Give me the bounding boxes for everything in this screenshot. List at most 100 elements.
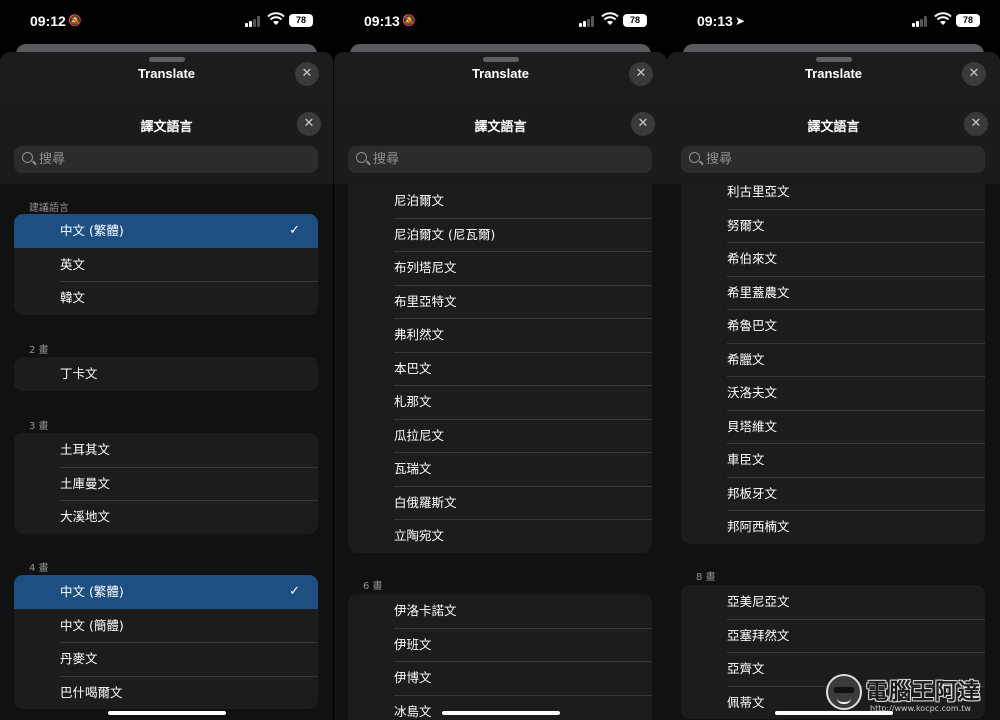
language-item[interactable]: 亞美尼亞文: [681, 585, 985, 619]
picker-title: 譯文語言: [140, 120, 193, 135]
language-group: 土耳其文 土庫曼文 大溪地文: [14, 433, 318, 534]
picker-header: 譯文語言 ✕: [667, 102, 1000, 184]
close-translate-button[interactable]: ✕: [629, 62, 653, 86]
language-item[interactable]: 中文 (繁體) ✓: [14, 575, 318, 609]
language-label: 沃洛夫文: [727, 385, 778, 400]
language-label: 中文 (繁體): [60, 223, 124, 238]
close-translate-button[interactable]: ✕: [295, 62, 319, 86]
language-item[interactable]: 大溪地文: [14, 500, 318, 534]
language-item[interactable]: 弗利然文: [348, 318, 652, 352]
language-label: 努爾文: [727, 217, 765, 233]
language-label: 中文 (簡體): [60, 617, 124, 633]
status-time: 09:13: [364, 13, 400, 29]
language-list[interactable]: 利古里亞文 努爾文 希伯來文 希里蓋農文 希魯巴文 希臘文 沃洛夫文 貝塔維文 …: [667, 175, 1000, 720]
screenshot-panel-1: 09:12 🔕 78 Translate ✕ 譯文語言 ✕ 建議語言 中文 (繁…: [0, 0, 333, 720]
language-label: 札那文: [394, 394, 432, 409]
language-label: 丁卡文: [60, 366, 98, 381]
close-picker-button[interactable]: ✕: [297, 112, 321, 136]
language-item[interactable]: 立陶宛文: [348, 519, 652, 553]
language-label: 亞塞拜然文: [727, 627, 790, 643]
language-item[interactable]: 丹麥文: [14, 642, 318, 676]
close-translate-button[interactable]: ✕: [962, 62, 986, 86]
language-label: 弗利然文: [394, 327, 445, 342]
language-item[interactable]: 沃洛夫文: [681, 376, 985, 410]
search-icon: [356, 152, 367, 163]
language-item[interactable]: 尼泊爾文 (尼瓦爾): [348, 217, 652, 252]
language-item[interactable]: 本巴文: [348, 351, 652, 386]
sheet-grabber[interactable]: [482, 57, 519, 62]
language-item[interactable]: 瓜拉尼文: [348, 418, 652, 453]
language-item[interactable]: 努爾文: [681, 208, 985, 243]
home-indicator[interactable]: [441, 711, 560, 715]
language-item[interactable]: 希臘文: [681, 342, 985, 377]
language-item[interactable]: 車臣文: [681, 443, 985, 477]
close-picker-button[interactable]: ✕: [631, 112, 655, 136]
search-bar[interactable]: [348, 146, 652, 173]
language-label: 希里蓋農文: [727, 284, 790, 300]
language-group: 丁卡文: [14, 357, 318, 391]
language-item[interactable]: 希魯巴文: [681, 309, 985, 343]
language-item[interactable]: 韓文: [14, 281, 318, 315]
language-label: 尼泊爾文: [394, 193, 445, 208]
search-input[interactable]: [706, 146, 977, 173]
language-item[interactable]: 冰島文: [348, 694, 652, 720]
sheet-title: Translate: [137, 66, 196, 81]
sheet-grabber[interactable]: [148, 57, 185, 62]
section-header: 4 畫: [29, 563, 49, 574]
language-item[interactable]: 伊博文: [348, 661, 652, 695]
language-item[interactable]: 希伯來文: [681, 242, 985, 276]
section-header: 2 畫: [29, 345, 49, 356]
language-label: 希伯來文: [727, 251, 778, 266]
language-label: 貝塔維文: [727, 418, 778, 434]
language-group: 中文 (繁體) ✓ 中文 (簡體) 丹麥文 巴什喝爾文: [14, 575, 318, 709]
language-item[interactable]: 瓦瑞文: [348, 452, 652, 486]
search-input[interactable]: [39, 146, 310, 173]
watermark-url: http://www.kocpc.com.tw: [870, 704, 971, 713]
language-item[interactable]: 邦板牙文: [681, 476, 985, 511]
checkmark-icon: ✓: [289, 584, 300, 599]
language-label: 土耳其文: [60, 442, 111, 457]
language-item[interactable]: 伊班文: [348, 627, 652, 662]
search-input[interactable]: [373, 146, 644, 173]
search-bar[interactable]: [14, 146, 318, 173]
language-label: 中文 (繁體): [60, 584, 124, 599]
checkmark-icon: ✓: [289, 223, 300, 238]
language-item[interactable]: 札那文: [348, 385, 652, 419]
language-item[interactable]: 土庫曼文: [14, 466, 318, 501]
language-item[interactable]: 貝塔維文: [681, 409, 985, 444]
sheet-grabber[interactable]: [815, 57, 852, 62]
language-item[interactable]: 中文 (繁體) ✓: [14, 214, 318, 248]
status-bar: 09:13 ➤ 78: [667, 0, 1000, 44]
language-item[interactable]: 尼泊爾文: [348, 184, 652, 218]
language-label: 伊博文: [394, 670, 432, 685]
language-label: 白俄羅斯文: [394, 494, 457, 510]
close-picker-button[interactable]: ✕: [964, 112, 988, 136]
wifi-icon: [601, 12, 619, 25]
language-item[interactable]: 邦阿西楠文: [681, 510, 985, 544]
search-icon: [22, 152, 33, 163]
language-item[interactable]: 亞塞拜然文: [681, 618, 985, 653]
language-item[interactable]: 希里蓋農文: [681, 275, 985, 310]
location-arrow-icon: ➤: [735, 14, 746, 28]
language-label: 亞齊文: [727, 661, 765, 676]
status-time: 09:12: [30, 13, 66, 29]
language-item[interactable]: 土耳其文: [14, 433, 318, 467]
watermark-text: 電腦王阿達: [866, 680, 982, 705]
language-item[interactable]: 白俄羅斯文: [348, 485, 652, 520]
language-item[interactable]: 伊洛卡諾文: [348, 594, 652, 628]
language-item[interactable]: 丁卡文: [14, 357, 318, 391]
language-label: 本巴文: [394, 360, 432, 376]
language-label: 土庫曼文: [60, 475, 111, 491]
language-list[interactable]: 尼泊爾文 尼泊爾文 (尼瓦爾) 布列塔尼文 布里亞特文 弗利然文 本巴文 札那文…: [334, 184, 667, 720]
language-item[interactable]: 中文 (簡體): [14, 609, 318, 643]
mascot-face-icon: [826, 674, 862, 710]
language-item[interactable]: 布里亞特文: [348, 284, 652, 319]
language-item[interactable]: 布列塔尼文: [348, 251, 652, 285]
language-label: 利古里亞文: [727, 184, 790, 199]
language-label: 瓜拉尼文: [394, 427, 445, 443]
language-list[interactable]: 建議語言 中文 (繁體) ✓ 英文 韓文 2 畫 丁卡文 3 畫 土耳其文 土庫曼…: [0, 184, 333, 720]
language-item[interactable]: 英文: [14, 248, 318, 282]
language-item[interactable]: 巴什喝爾文: [14, 675, 318, 710]
search-bar[interactable]: [681, 146, 985, 173]
home-indicator[interactable]: [107, 711, 226, 715]
